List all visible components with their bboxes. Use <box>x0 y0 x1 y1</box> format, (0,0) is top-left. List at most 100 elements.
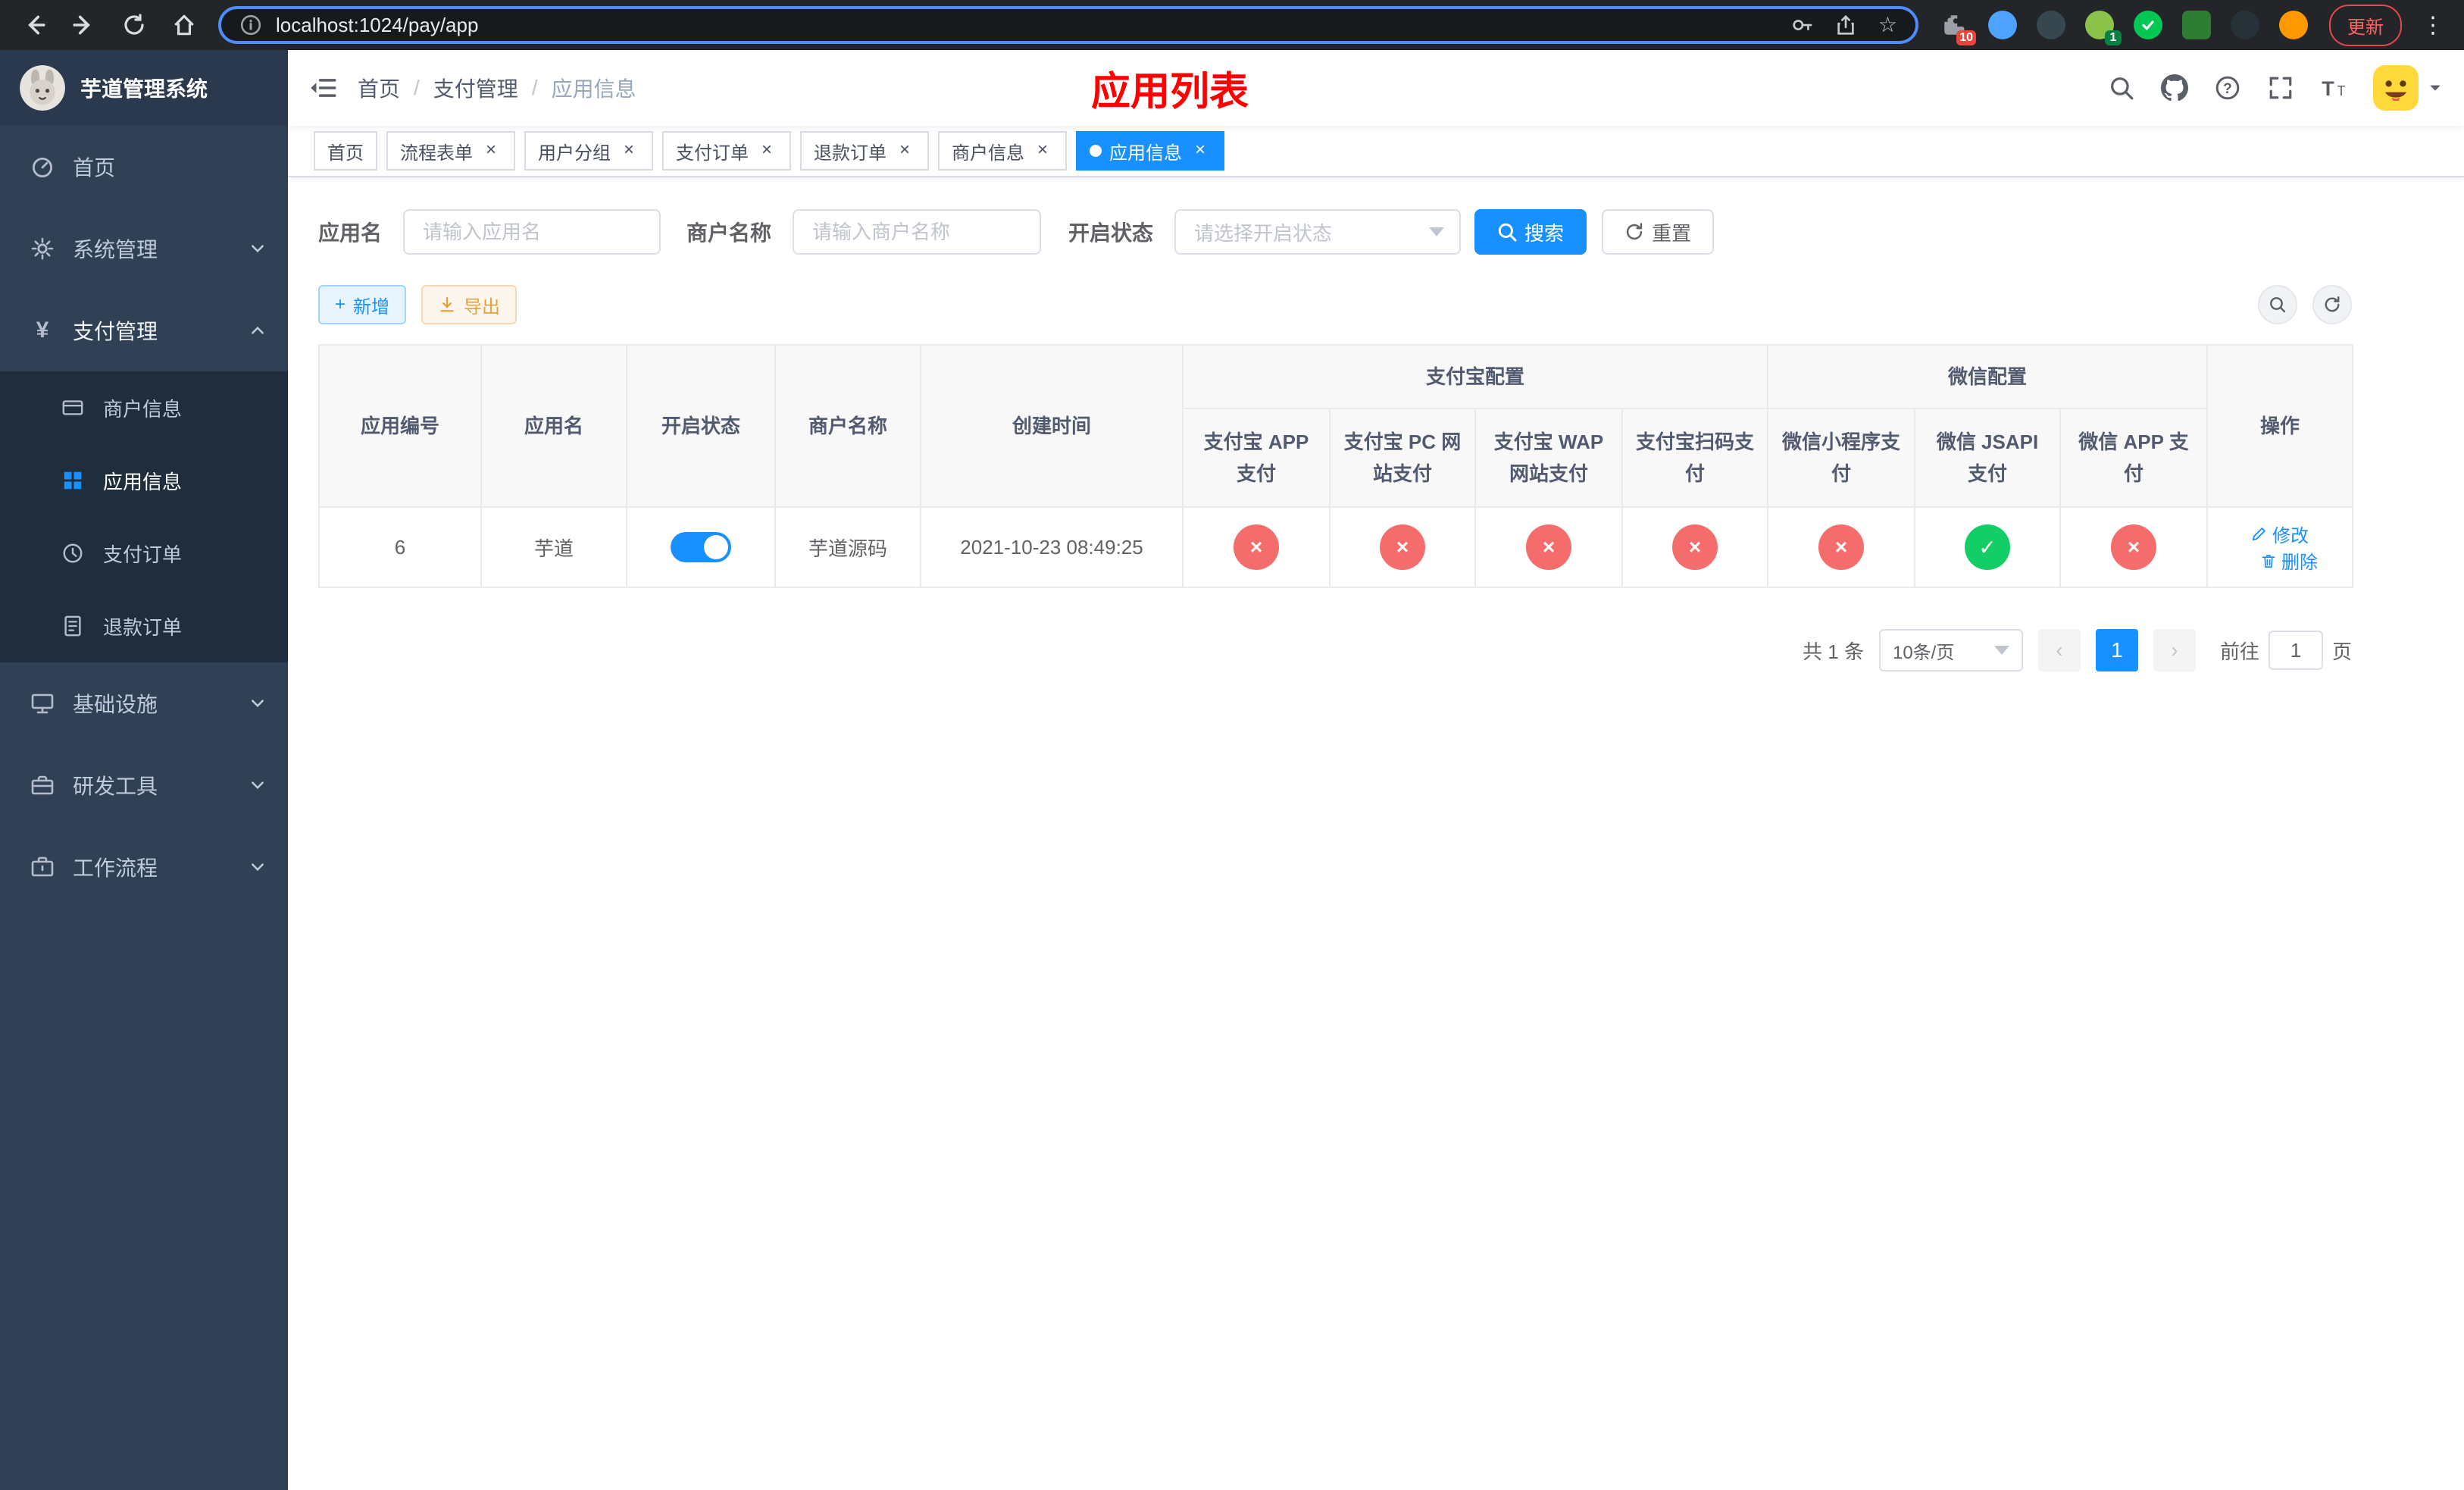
profile-avatar-icon[interactable] <box>2279 11 2308 39</box>
svg-text:?: ? <box>2223 81 2232 97</box>
col-header-wx-jsapi: 微信 JSAPI 支付 <box>1914 408 2062 508</box>
close-icon[interactable]: × <box>618 140 639 161</box>
status-wx-mini: × <box>1818 524 1865 570</box>
app-name-label: 应用名 <box>318 221 383 245</box>
merchant-name-label: 商户名称 <box>686 221 772 245</box>
cell-merchant-name: 芋道源码 <box>774 506 921 588</box>
sidebar-item-infrastructure[interactable]: 基础设施 <box>0 662 288 744</box>
close-icon[interactable]: × <box>756 140 777 161</box>
sidebar-item-merchant-info[interactable]: 商户信息 <box>0 371 288 444</box>
pagination-total: 共 1 条 <box>1803 640 1864 663</box>
font-size-icon[interactable]: TT <box>2320 74 2347 102</box>
reload-icon[interactable] <box>121 12 147 38</box>
reset-button[interactable]: 重置 <box>1602 209 1715 255</box>
caret-down-icon <box>1429 227 1445 236</box>
address-bar[interactable]: localhost:1024/pay/app ☆ <box>218 6 1918 44</box>
home-icon[interactable] <box>171 12 197 38</box>
caret-down-icon <box>1993 646 2009 655</box>
extension-icon-book[interactable] <box>2182 11 2211 39</box>
extension-icon-green-badge[interactable]: 1 <box>2085 11 2122 45</box>
briefcase-icon <box>30 855 55 879</box>
prev-page-button[interactable]: ‹ <box>2037 629 2081 671</box>
extension-icon-check[interactable] <box>2134 11 2162 39</box>
page-size-select[interactable]: 10条/页 <box>1878 629 2023 671</box>
tab-process-form[interactable]: 流程表单 × <box>386 131 515 171</box>
github-icon[interactable] <box>2161 74 2188 102</box>
goto-page-input[interactable] <box>2268 631 2323 670</box>
app-logo <box>20 65 65 111</box>
search-icon <box>2270 297 2286 313</box>
breadcrumb-payment[interactable]: 支付管理 <box>433 73 518 103</box>
close-icon[interactable]: × <box>1190 140 1211 161</box>
status-alipay-qr: × <box>1672 524 1718 570</box>
status-select[interactable]: 请选择开启状态 <box>1174 209 1462 255</box>
tab-user-group[interactable]: 用户分组 × <box>524 131 653 171</box>
url-text[interactable]: localhost:1024/pay/app <box>276 14 1790 37</box>
refresh-table-button[interactable] <box>2312 285 2352 324</box>
sidebar-item-payment[interactable]: ¥ 支付管理 <box>0 290 288 371</box>
password-key-icon[interactable] <box>1790 14 1813 36</box>
sidebar-menu: 首页 系统管理 ¥ 支付管理 商户信息 应用信息 支付订单 退款订单 基础设施 … <box>0 126 288 908</box>
sidebar-item-refund-orders[interactable]: 退款订单 <box>0 590 288 662</box>
next-page-button[interactable]: › <box>2153 629 2196 671</box>
col-header-wx-mini: 微信小程序支付 <box>1767 408 1916 508</box>
col-header-alipay-pc: 支付宝 PC 网站支付 <box>1329 408 1476 508</box>
browser-update-button[interactable]: 更新 <box>2329 4 2402 46</box>
sidebar-item-pay-orders[interactable]: 支付订单 <box>0 517 288 590</box>
add-button[interactable]: + 新增 <box>318 285 407 324</box>
group-header-alipay: 支付宝配置 <box>1181 344 1769 409</box>
omnibox-actions: ☆ <box>1790 14 1897 36</box>
browser-nav-buttons <box>15 12 203 38</box>
fullscreen-icon[interactable] <box>2267 74 2294 102</box>
sidebar-item-system[interactable]: 系统管理 <box>0 208 288 290</box>
table-row: 6 芋道 芋道源码 2021-10-23 08:49:25 × × × × × <box>318 506 2354 588</box>
tab-pay-orders[interactable]: 支付订单 × <box>662 131 791 171</box>
sidebar-item-app-info[interactable]: 应用信息 <box>0 444 288 517</box>
export-button[interactable]: 导出 <box>421 285 518 324</box>
extension-icon-drop[interactable] <box>1988 11 2017 39</box>
help-icon[interactable]: ? <box>2214 74 2241 102</box>
screen: localhost:1024/pay/app ☆ 10 1 更新 ⋮ 芋道管理系… <box>0 0 2464 1490</box>
tab-home[interactable]: 首页 <box>314 131 377 171</box>
cell-app-id: 6 <box>318 506 482 588</box>
extensions-puzzle-icon[interactable]: 10 <box>1940 11 1976 45</box>
delete-button[interactable]: 删除 <box>2260 547 2318 574</box>
merchant-name-input[interactable] <box>793 209 1042 255</box>
status-label: 开启状态 <box>1068 221 1154 245</box>
clock-icon <box>61 541 85 565</box>
close-icon[interactable]: × <box>1032 140 1053 161</box>
search-button[interactable]: 搜索 <box>1474 209 1587 255</box>
edit-button[interactable]: 修改 <box>2251 521 2309 547</box>
hamburger-icon[interactable] <box>288 50 358 126</box>
status-switch[interactable] <box>671 532 731 562</box>
search-icon[interactable] <box>2108 74 2135 102</box>
toggle-search-button[interactable] <box>2258 285 2297 324</box>
sidebar-item-dev-tools[interactable]: 研发工具 <box>0 744 288 826</box>
user-menu[interactable] <box>2373 65 2443 111</box>
sidebar-item-workflow[interactable]: 工作流程 <box>0 826 288 908</box>
tab-app-info[interactable]: 应用信息 × <box>1076 131 1224 171</box>
app-table: 应用编号 应用名 开启状态 商户名称 创建时间 支付宝配置 微信配置 操作 支付… <box>318 344 2354 588</box>
share-icon[interactable] <box>1834 14 1857 36</box>
navbar: 首页 / 支付管理 / 应用信息 应用列表 ? T T <box>288 50 2464 126</box>
extension-icon-dark[interactable] <box>2037 11 2065 39</box>
page-title: 应用列表 <box>1090 70 1249 114</box>
close-icon[interactable]: × <box>894 140 915 161</box>
tab-refund-orders[interactable]: 退款订单 × <box>800 131 929 171</box>
bookmark-star-icon[interactable]: ☆ <box>1878 14 1897 36</box>
col-header-alipay-app: 支付宝 APP 支付 <box>1182 408 1330 508</box>
sidebar-item-home[interactable]: 首页 <box>0 126 288 208</box>
forward-icon[interactable] <box>71 12 97 38</box>
tab-merchant-info[interactable]: 商户信息 × <box>938 131 1067 171</box>
extension-icon-pin[interactable] <box>2231 11 2259 39</box>
cell-app-name: 芋道 <box>480 506 627 588</box>
browser-menu-icon[interactable]: ⋮ <box>2417 12 2449 39</box>
app-title: 芋道管理系统 <box>80 77 208 101</box>
current-page-button[interactable]: 1 <box>2095 629 2138 671</box>
app-logo-row[interactable]: 芋道管理系统 <box>0 50 288 126</box>
site-info-icon[interactable] <box>239 14 262 36</box>
back-icon[interactable] <box>21 12 47 38</box>
app-name-input[interactable] <box>403 209 661 255</box>
close-icon[interactable]: × <box>480 140 502 161</box>
breadcrumb-home[interactable]: 首页 <box>358 73 400 103</box>
